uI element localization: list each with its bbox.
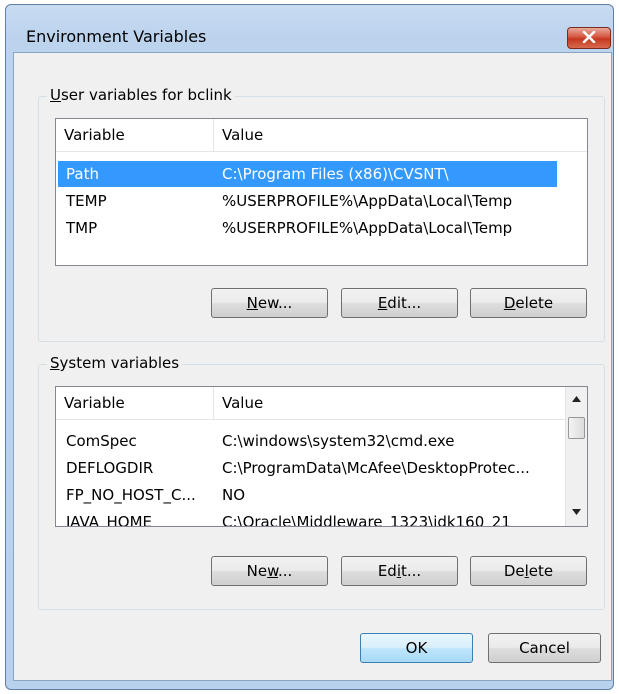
system-list-header: Variable Value <box>56 387 566 420</box>
list-item-variable: FP_NO_HOST_C... <box>66 486 196 504</box>
close-icon <box>582 29 596 47</box>
list-item-value: NO <box>222 486 246 504</box>
user-list-header: Variable Value <box>56 119 587 152</box>
column-header-variable[interactable]: Variable <box>56 387 214 419</box>
scroll-up-button[interactable] <box>566 389 587 411</box>
list-item[interactable]: DEFLOGDIR C:\ProgramData\McAfee\DesktopP… <box>58 455 563 481</box>
user-variables-group-label: User variables for bclink <box>47 86 235 104</box>
list-item-variable: JAVA_HOME <box>66 513 153 527</box>
system-delete-button[interactable]: Delete <box>470 556 587 586</box>
list-item[interactable]: ComSpec C:\windows\system32\cmd.exe <box>58 428 563 454</box>
scroll-up-arrow-icon <box>572 395 581 405</box>
system-variables-list[interactable]: Variable Value ComSpec C:\windows\system… <box>55 386 588 527</box>
system-variables-group-label: System variables <box>47 354 183 372</box>
window-title: Environment Variables <box>26 27 207 46</box>
vertical-scrollbar[interactable] <box>565 387 587 526</box>
list-item[interactable]: Path C:\Program Files (x86)\CVSNT\ <box>58 161 557 187</box>
scroll-down-button[interactable] <box>566 502 587 524</box>
list-item-value: %USERPROFILE%\AppData\Local\Temp <box>222 219 513 237</box>
user-new-button[interactable]: New... <box>211 288 328 318</box>
list-item[interactable]: TEMP %USERPROFILE%\AppData\Local\Temp <box>58 188 557 214</box>
list-item-variable: Path <box>66 165 99 183</box>
list-item-variable: ComSpec <box>66 432 137 450</box>
list-item-variable: TMP <box>66 219 98 237</box>
close-button[interactable] <box>567 27 611 49</box>
list-item-variable: TEMP <box>66 192 107 210</box>
list-item-value: C:\Program Files (x86)\CVSNT\ <box>222 165 449 183</box>
list-item[interactable]: TMP %USERPROFILE%\AppData\Local\Temp <box>58 215 557 241</box>
user-variables-list[interactable]: Variable Value Path C:\Program Files (x8… <box>55 118 588 266</box>
list-item[interactable]: FP_NO_HOST_C... NO <box>58 482 563 508</box>
list-item-value: C:\windows\system32\cmd.exe <box>222 432 455 450</box>
user-edit-button[interactable]: Edit... <box>341 288 458 318</box>
ok-button[interactable]: OK <box>360 633 473 663</box>
system-edit-button[interactable]: Edit... <box>341 556 458 586</box>
column-header-value[interactable]: Value <box>214 387 564 419</box>
list-item-value: C:\ProgramData\McAfee\DesktopProtec... <box>222 459 530 477</box>
system-new-button[interactable]: New... <box>211 556 328 586</box>
scroll-down-arrow-icon <box>572 508 581 518</box>
cancel-button[interactable]: Cancel <box>488 633 601 663</box>
column-header-variable[interactable]: Variable <box>56 119 214 151</box>
column-header-value[interactable]: Value <box>214 119 564 151</box>
list-item-variable: DEFLOGDIR <box>66 459 154 477</box>
scrollbar-thumb[interactable] <box>568 417 585 439</box>
list-item-value: C:\Oracle\Middleware_1323\jdk160_21 <box>222 513 511 527</box>
user-delete-button[interactable]: Delete <box>470 288 587 318</box>
dialog-client-area: User variables for bclink Variable Value… <box>13 52 612 681</box>
list-item[interactable]: JAVA_HOME C:\Oracle\Middleware_1323\jdk1… <box>58 509 563 527</box>
list-item-value: %USERPROFILE%\AppData\Local\Temp <box>222 192 513 210</box>
